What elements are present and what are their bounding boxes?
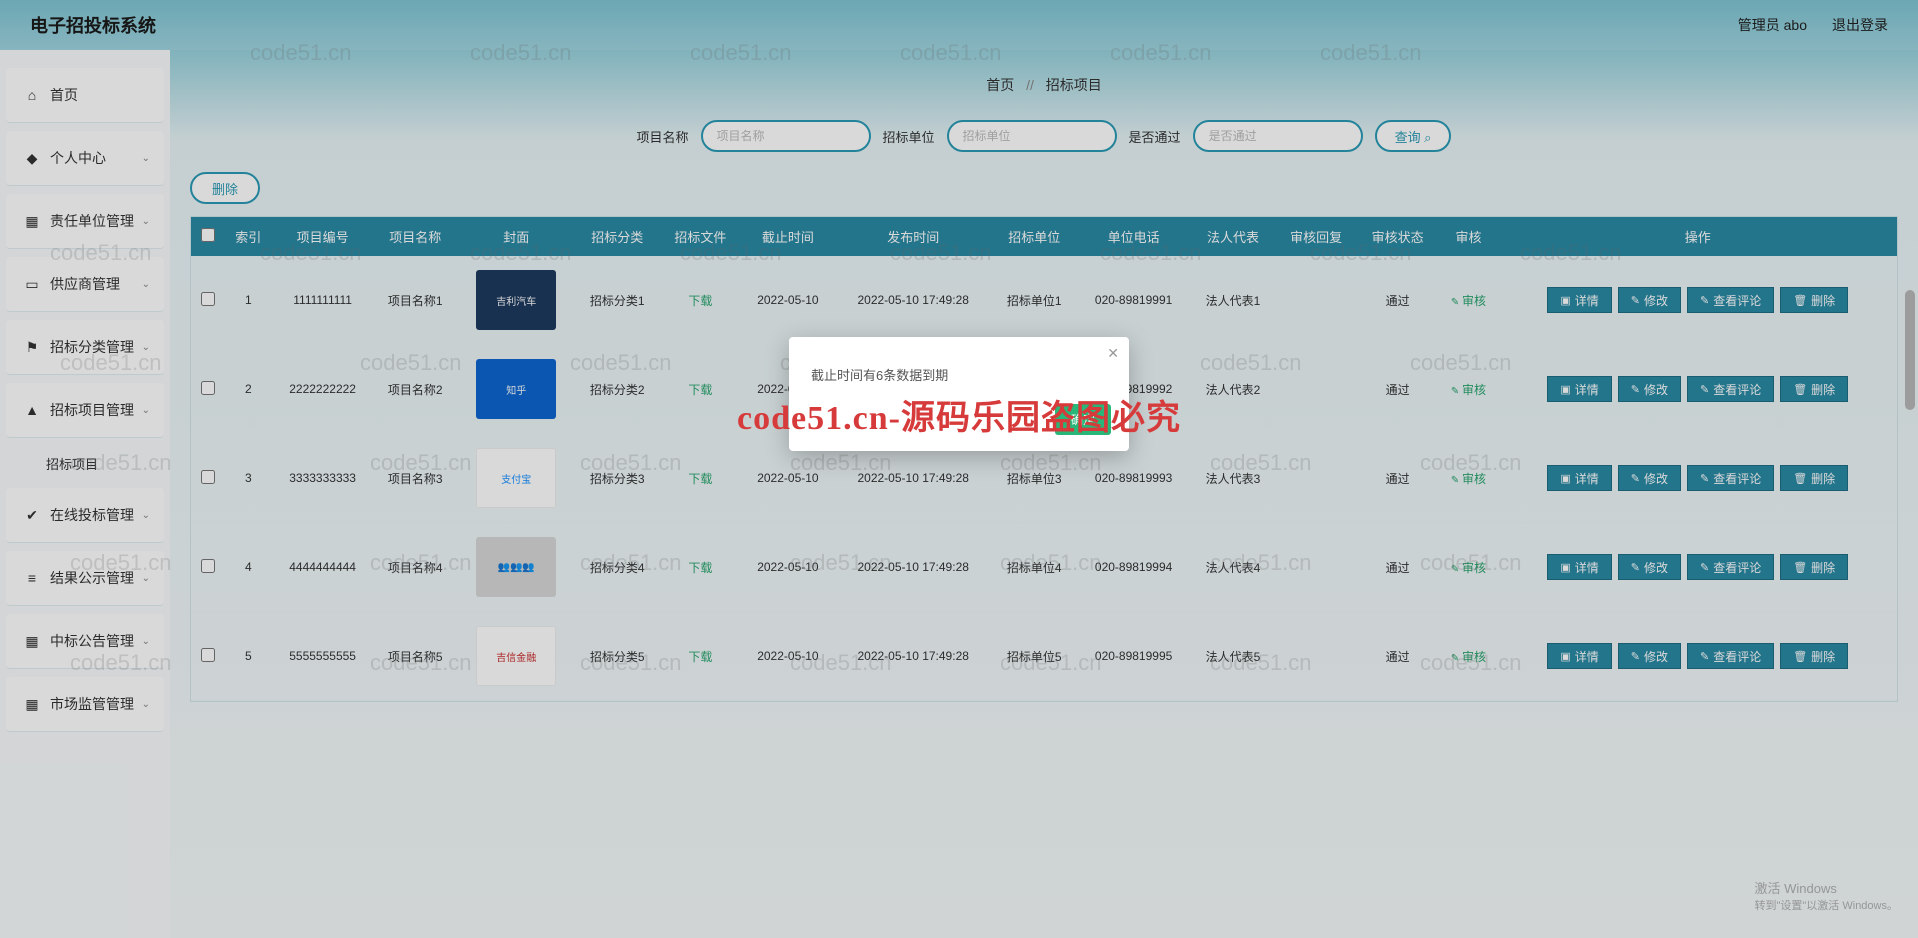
dialog-message: 截止时间有6条数据到期 [811, 365, 1111, 384]
modal-overlay[interactable] [0, 0, 1918, 938]
close-icon[interactable]: ✕ [1107, 345, 1119, 362]
alert-dialog: ✕ 截止时间有6条数据到期 确定 [789, 337, 1129, 451]
dialog-ok-button[interactable]: 确定 [1055, 404, 1111, 435]
